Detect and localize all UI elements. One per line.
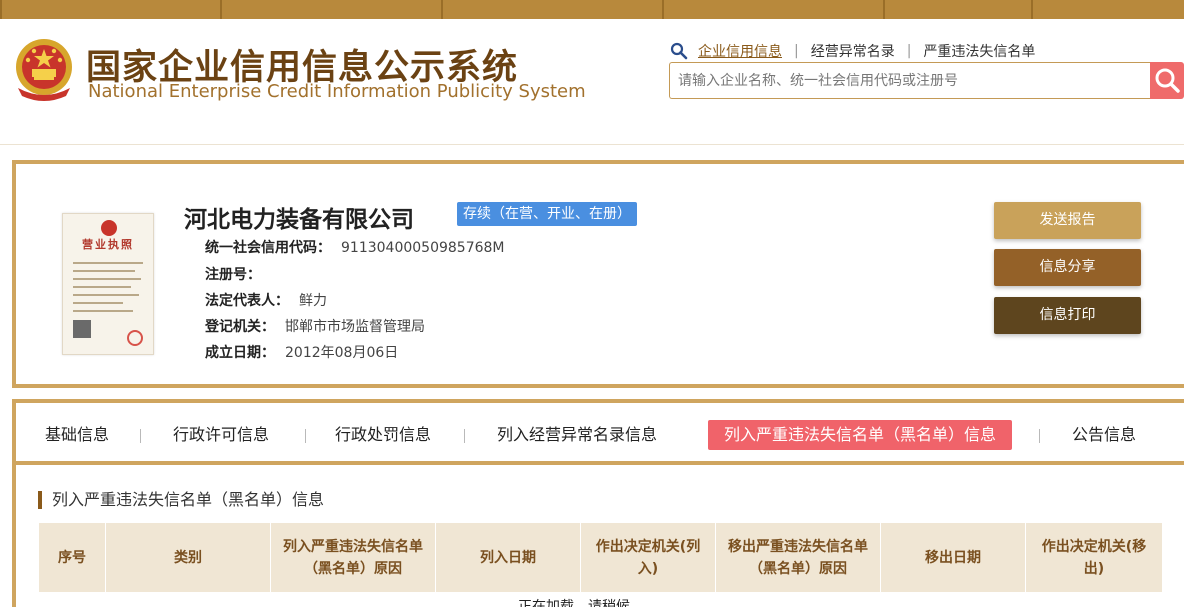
seal-icon xyxy=(127,330,143,346)
tab-abnormal-list[interactable]: 列入经营异常名录信息 xyxy=(497,420,657,450)
loading-text: 正在加载，请稍候... xyxy=(518,599,644,607)
field-label: 注册号： xyxy=(205,267,261,283)
tab-divider xyxy=(305,429,306,443)
link-blacklist[interactable]: 严重违法失信名单 xyxy=(923,41,1035,61)
col-listing-authority: 作出决定机关(列入) xyxy=(580,522,716,593)
license-line xyxy=(73,310,133,312)
tab-divider xyxy=(464,429,465,443)
col-index: 序号 xyxy=(38,522,106,593)
field-value: 91130400050985768M xyxy=(341,240,505,256)
site-header: 国家企业信用信息公示系统 National Enterprise Credit … xyxy=(0,19,1184,145)
nav-divider xyxy=(441,0,443,19)
qr-code-icon xyxy=(73,320,91,338)
tab-announcement[interactable]: 公告信息 xyxy=(1072,420,1136,450)
search-box xyxy=(669,62,1151,99)
field-value: 2012年08月06日 xyxy=(285,345,399,361)
info-legal-rep: 法定代表人： 鲜力 xyxy=(205,290,327,310)
license-title: 营业执照 xyxy=(82,238,134,251)
national-emblem-icon xyxy=(16,39,72,101)
table-header-row: 序号 类别 列入严重违法失信名单（黑名单）原因 列入日期 作出决定机关(列入) … xyxy=(38,522,1163,593)
tab-basic-info[interactable]: 基础信息 xyxy=(45,420,109,450)
emblem-icon xyxy=(101,220,117,236)
field-label: 成立日期： xyxy=(205,345,275,361)
col-listing-reason: 列入严重违法失信名单（黑名单）原因 xyxy=(270,522,436,593)
site-subtitle: National Enterprise Credit Information P… xyxy=(88,81,586,102)
search-type-links: 企业信用信息 | 经营异常名录 | 严重违法失信名单 xyxy=(670,41,1035,61)
search-button[interactable] xyxy=(1150,62,1184,99)
link-divider: | xyxy=(906,43,912,59)
print-info-button[interactable]: 信息打印 xyxy=(994,297,1141,334)
search-icon xyxy=(670,42,688,60)
info-founded-date: 成立日期： 2012年08月06日 xyxy=(205,342,398,362)
status-badge: 存续（在营、开业、在册） xyxy=(457,202,637,226)
tab-content: 列入严重违法失信名单（黑名单）信息 序号 类别 列入严重违法失信名单（黑名单）原… xyxy=(16,465,1184,607)
info-section: 基础信息 行政许可信息 行政处罚信息 列入经营异常名录信息 列入严重违法失信名单… xyxy=(12,399,1184,607)
search-input[interactable] xyxy=(670,63,1151,98)
tab-divider xyxy=(1039,429,1040,443)
top-nav-bar xyxy=(0,0,1184,19)
company-panel: 营业执照 河北电力装备有限公司 存续（在营、开业、在册） 统一社会信用代码： 91… xyxy=(12,160,1184,388)
license-line xyxy=(73,278,141,280)
nav-divider xyxy=(662,0,664,19)
license-line xyxy=(73,262,143,264)
link-enterprise-credit[interactable]: 企业信用信息 xyxy=(698,41,782,61)
col-removal-authority: 作出决定机关(移出) xyxy=(1025,522,1163,593)
tab-blacklist[interactable]: 列入严重违法失信名单（黑名单）信息 xyxy=(708,420,1013,450)
nav-divider xyxy=(220,0,222,19)
col-listing-date: 列入日期 xyxy=(435,522,581,593)
info-reg-number: 注册号： xyxy=(205,264,271,284)
tab-divider xyxy=(140,429,141,443)
tab-bar: 基础信息 行政许可信息 行政处罚信息 列入经营异常名录信息 列入严重违法失信名单… xyxy=(16,403,1184,465)
field-label: 统一社会信用代码： xyxy=(205,240,331,256)
link-divider: | xyxy=(794,43,799,59)
nav-divider xyxy=(0,0,2,19)
tab-admin-license[interactable]: 行政许可信息 xyxy=(173,420,269,450)
license-line xyxy=(73,294,139,296)
send-report-button[interactable]: 发送报告 xyxy=(994,202,1141,239)
nav-divider xyxy=(1031,0,1033,19)
col-removal-reason: 移出严重违法失信名单（黑名单）原因 xyxy=(715,522,881,593)
search-icon xyxy=(1155,68,1180,93)
license-line xyxy=(73,270,135,272)
company-name: 河北电力装备有限公司 xyxy=(184,207,414,233)
tab-admin-penalty[interactable]: 行政处罚信息 xyxy=(335,420,431,450)
field-value: 鲜力 xyxy=(299,293,327,309)
license-line xyxy=(73,286,131,288)
link-abnormal-list[interactable]: 经营异常名录 xyxy=(811,41,895,61)
info-credit-code: 统一社会信用代码： 91130400050985768M xyxy=(205,237,505,257)
field-label: 登记机关： xyxy=(205,319,275,335)
share-info-button[interactable]: 信息分享 xyxy=(994,249,1141,286)
col-removal-date: 移出日期 xyxy=(880,522,1026,593)
license-line xyxy=(73,302,123,304)
col-category: 类别 xyxy=(105,522,271,593)
nav-divider xyxy=(883,0,885,19)
blacklist-table: 序号 类别 列入严重违法失信名单（黑名单）原因 列入日期 作出决定机关(列入) … xyxy=(38,522,1163,593)
section-title: 列入严重违法失信名单（黑名单）信息 xyxy=(38,491,324,509)
field-label: 法定代表人： xyxy=(205,293,289,309)
business-license-image[interactable]: 营业执照 xyxy=(62,213,154,355)
info-reg-authority: 登记机关： 邯郸市市场监督管理局 xyxy=(205,316,425,336)
field-value: 邯郸市市场监督管理局 xyxy=(285,319,425,335)
